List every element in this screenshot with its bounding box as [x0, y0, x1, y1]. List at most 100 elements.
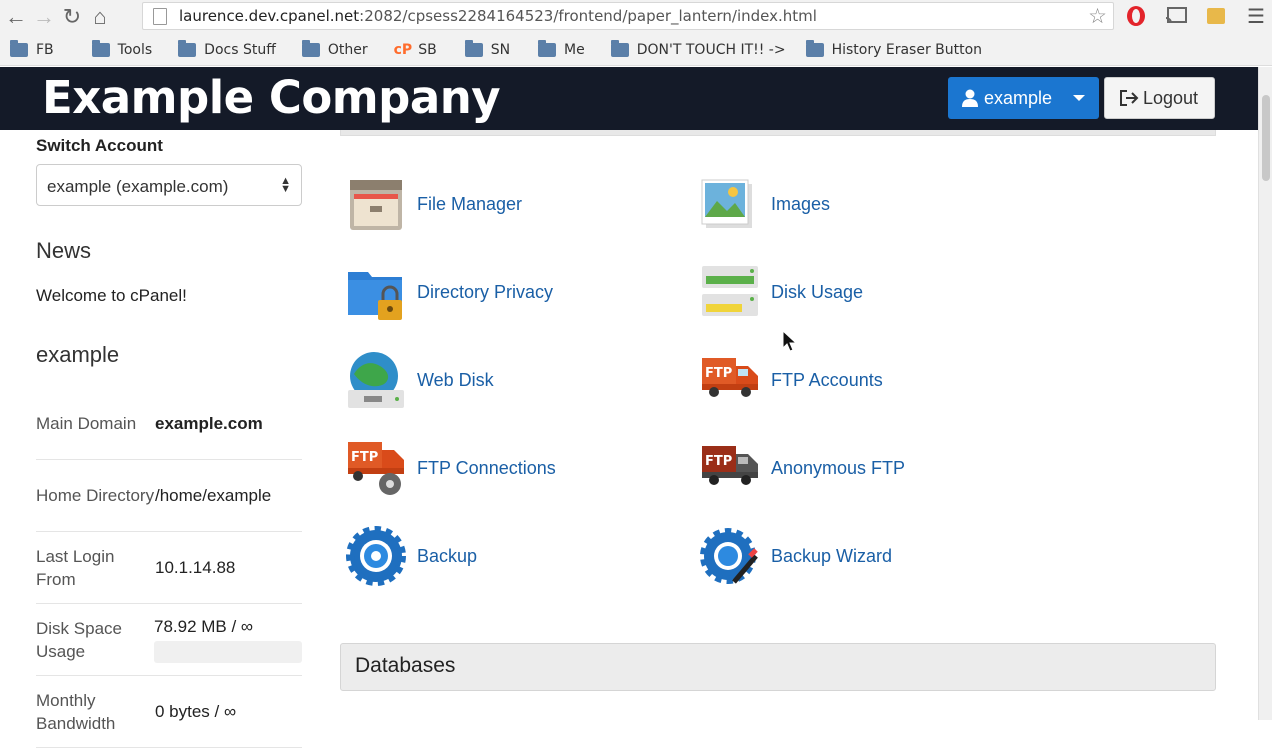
bookmark-fb[interactable]: FB — [4, 37, 60, 63]
folder-icon — [91, 39, 110, 57]
backup-link[interactable]: Backup — [346, 526, 477, 586]
logout-icon — [1120, 90, 1139, 106]
anonymous-ftp-icon: FTP — [702, 446, 758, 485]
bookmark-star-icon[interactable]: ☆ — [1088, 4, 1107, 29]
web-disk-icon — [348, 352, 404, 408]
databases-panel-header[interactable]: Databases — [340, 643, 1216, 691]
ftp-accounts-icon: FTP — [702, 358, 758, 397]
item-label: FTP Connections — [417, 457, 556, 478]
disk-usage-bar — [154, 640, 302, 663]
stat-key: Home Directory — [36, 486, 155, 505]
stat-key: Last Login From — [36, 546, 115, 589]
folder-icon — [805, 39, 824, 57]
ftp-badge: FTP — [705, 454, 732, 469]
backup-wizard-link[interactable]: Backup Wizard — [700, 526, 892, 586]
address-bar[interactable]: laurence.dev.cpanel.net:2082/cpsess22841… — [142, 2, 1114, 30]
images-link[interactable]: Images — [700, 174, 830, 234]
menu-icon[interactable]: ☰ — [1244, 4, 1268, 28]
stat-value: example.com — [155, 413, 263, 433]
user-menu-button[interactable]: example — [948, 77, 1099, 119]
opera-icon[interactable] — [1124, 4, 1148, 28]
url-path: :2082/cpsess2284164523/frontend/paper_la… — [359, 7, 817, 25]
mouse-cursor-icon — [782, 330, 796, 352]
ftp-connections-icon: FTP — [348, 442, 404, 495]
item-label: Backup Wizard — [771, 545, 893, 566]
web-disk-link[interactable]: Web Disk — [346, 350, 494, 410]
stat-row: Monthly Bandwidth 0 bytes / ∞ — [36, 676, 302, 748]
stat-key: Main Domain — [36, 414, 137, 433]
file-manager-icon — [350, 180, 402, 230]
ftp-connections-link[interactable]: FTP FTP Connections — [346, 438, 556, 498]
stat-value: /home/example — [155, 485, 272, 505]
account-heading: example — [36, 342, 120, 367]
bookmark-label: DON'T TOUCH IT!! -> — [636, 41, 786, 58]
company-brand[interactable]: Example Company — [42, 71, 501, 124]
bookmark-docs-stuff[interactable]: Docs Stuff — [172, 37, 282, 63]
bookmark-sn[interactable]: SN — [459, 37, 516, 63]
folder-icon — [538, 39, 557, 57]
browser-toolbar: ← → ↻ ⌂ laurence.dev.cpanel.net:2082/cps… — [0, 0, 1272, 34]
reload-icon[interactable]: ↻ — [58, 3, 86, 31]
home-icon[interactable]: ⌂ — [86, 3, 114, 31]
disk-usage-link[interactable]: Disk Usage — [700, 262, 863, 322]
disk-usage-icon — [702, 266, 758, 316]
bookmark-dont-touch[interactable]: DON'T TOUCH IT!! -> — [605, 37, 792, 63]
bookmark-label: Docs Stuff — [204, 41, 276, 58]
user-icon — [962, 89, 978, 107]
bookmark-label: History Eraser Button — [831, 41, 983, 58]
bookmark-me[interactable]: Me — [532, 37, 591, 63]
scrollbar-thumb[interactable] — [1262, 95, 1270, 181]
ftp-accounts-link[interactable]: FTP FTP Accounts — [700, 350, 883, 410]
files-panel-edge — [340, 130, 1216, 136]
back-icon[interactable]: ← — [2, 3, 30, 31]
extension-icon[interactable] — [1204, 4, 1228, 28]
user-menu-label: example — [984, 87, 1053, 108]
top-header: Example Company example Logout — [0, 67, 1258, 130]
file-manager-link[interactable]: File Manager — [346, 174, 522, 234]
stat-row: Last Login From 10.1.14.88 — [36, 532, 302, 604]
bookmark-other[interactable]: Other — [296, 37, 374, 63]
stat-value-wrap: 78.92 MB / ∞ — [154, 617, 302, 663]
stat-row: Home Directory /home/example — [36, 460, 302, 532]
item-label: FTP Accounts — [771, 369, 883, 390]
item-label: Web Disk — [417, 369, 494, 390]
item-label: Directory Privacy — [417, 281, 554, 302]
stat-value: 10.1.14.88 — [155, 557, 236, 577]
ftp-badge: FTP — [705, 366, 732, 381]
bookmark-label: FB — [36, 41, 54, 58]
forward-icon[interactable]: → — [30, 3, 58, 31]
news-heading: News — [36, 238, 92, 263]
cpanel-icon: cP — [393, 41, 413, 58]
url-text: laurence.dev.cpanel.net:2082/cpsess22841… — [179, 7, 817, 25]
item-label: Disk Usage — [771, 281, 864, 302]
logout-button[interactable]: Logout — [1104, 77, 1215, 119]
url-host: laurence.dev.cpanel.net — [179, 7, 360, 25]
anonymous-ftp-link[interactable]: FTP Anonymous FTP — [700, 438, 905, 498]
logout-label: Logout — [1143, 87, 1199, 108]
page-scrollbar[interactable] — [1258, 67, 1272, 720]
bookmark-history-eraser[interactable]: History Eraser Button — [800, 37, 988, 63]
directory-privacy-link[interactable]: Directory Privacy — [346, 262, 553, 322]
item-label: File Manager — [417, 193, 523, 214]
select-arrows-icon: ▲ ▼ — [280, 175, 291, 195]
account-stats: Main Domain example.com Home Directory /… — [36, 388, 302, 748]
stat-value: 78.92 MB / ∞ — [154, 616, 254, 636]
directory-privacy-icon — [348, 272, 402, 320]
folder-icon — [464, 39, 483, 57]
caret-down-icon — [1073, 95, 1085, 101]
account-select[interactable]: example (example.com) ▲ ▼ — [36, 164, 302, 206]
bookmark-tools[interactable]: Tools — [86, 37, 159, 63]
backup-wizard-icon — [700, 528, 758, 584]
stat-row: Main Domain example.com — [36, 388, 302, 460]
folder-icon — [178, 39, 197, 57]
cast-icon[interactable] — [1164, 4, 1188, 28]
folder-icon — [301, 39, 320, 57]
bookmark-label: Me — [564, 41, 585, 58]
stat-key: Monthly Bandwidth — [36, 690, 116, 733]
folder-icon — [610, 39, 629, 57]
item-label: Anonymous FTP — [771, 457, 906, 478]
bookmark-label: SB — [418, 41, 437, 58]
backup-icon — [346, 526, 406, 586]
item-label: Images — [771, 193, 831, 214]
bookmark-sb[interactable]: cP SB — [388, 37, 443, 63]
